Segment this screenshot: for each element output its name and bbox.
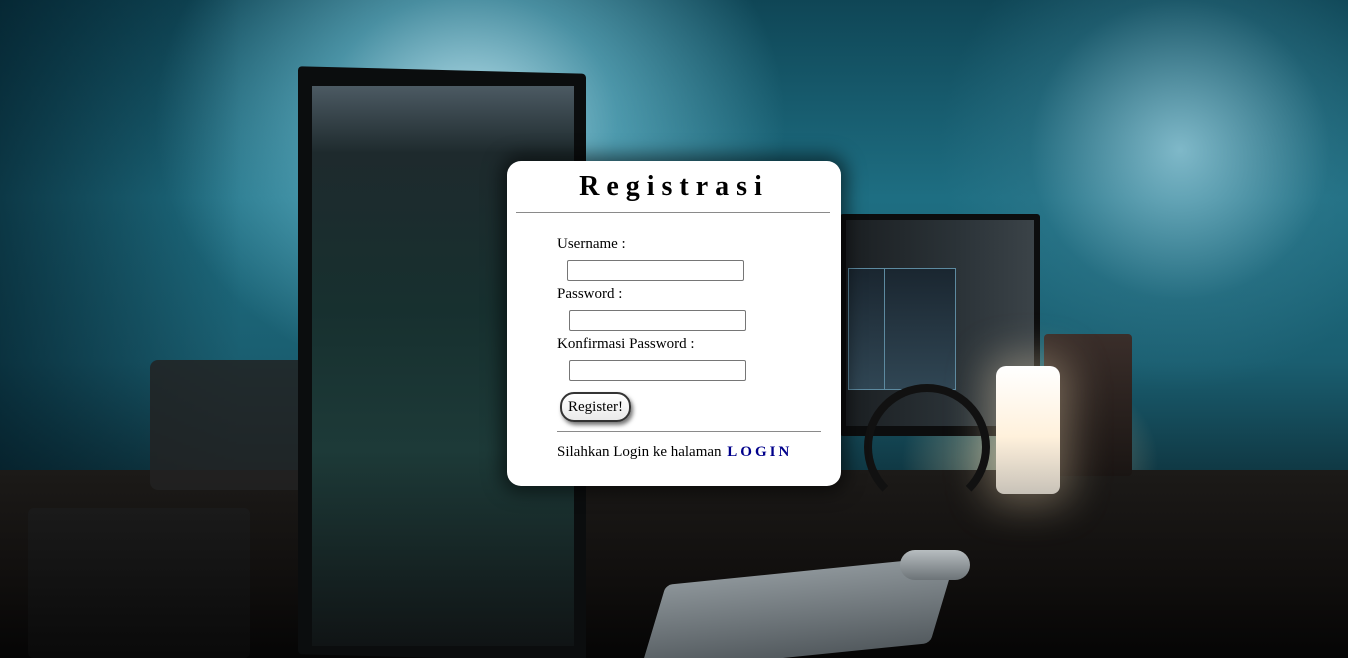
footer-divider <box>557 431 821 432</box>
title-divider <box>516 212 830 213</box>
confirm-password-label: Konfirmasi Password : <box>557 336 695 352</box>
register-button[interactable]: Register! <box>560 392 631 422</box>
login-link[interactable]: LOGIN <box>727 444 792 460</box>
password-label: Password : <box>557 286 623 302</box>
desk-lamp <box>996 366 1060 494</box>
confirm-password-input[interactable] <box>569 360 746 381</box>
page-title: Registrasi <box>579 171 769 202</box>
login-prompt: Silahkan Login ke halaman LOGIN <box>557 444 792 461</box>
headphones <box>864 384 990 510</box>
registration-card: Registrasi Username : Password : Konfirm… <box>507 161 841 486</box>
username-label: Username : <box>557 236 626 252</box>
username-input[interactable] <box>567 260 744 281</box>
mouse <box>900 550 970 580</box>
login-prompt-text: Silahkan Login ke halaman <box>557 444 722 460</box>
left-speaker <box>28 508 250 658</box>
screen-poster-2 <box>884 268 956 390</box>
password-input[interactable] <box>569 310 746 331</box>
